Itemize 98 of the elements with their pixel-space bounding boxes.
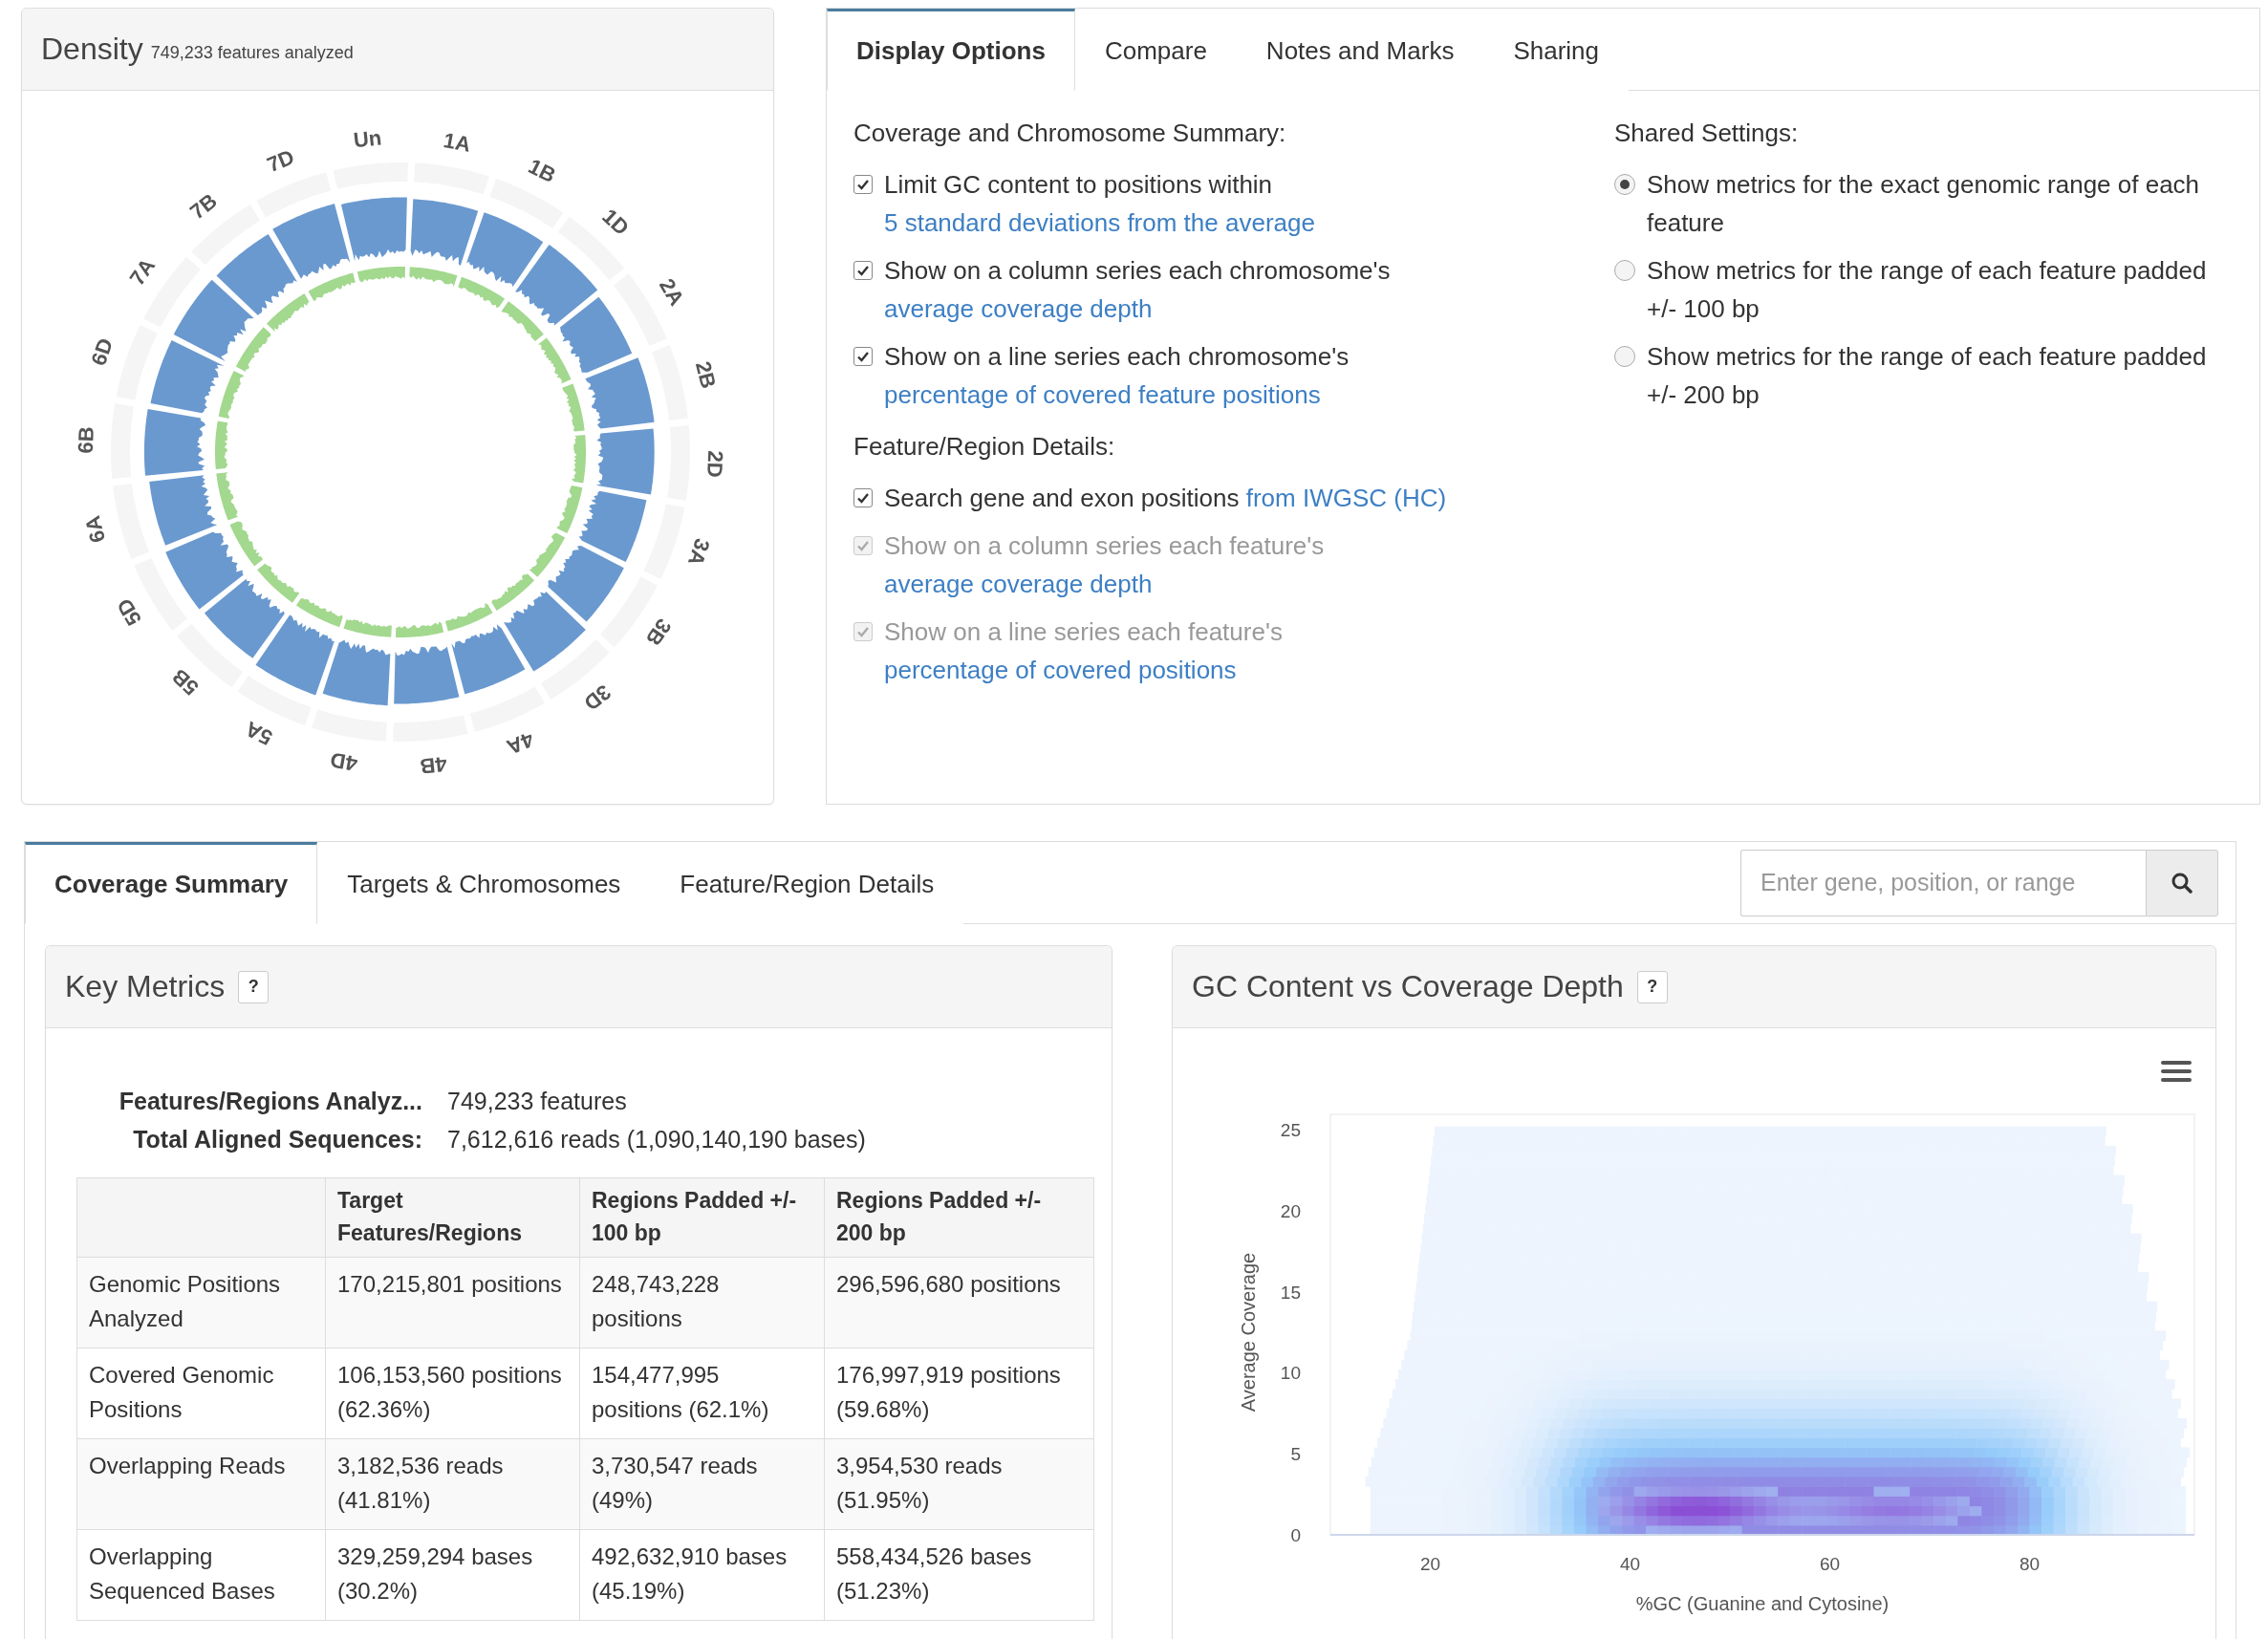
table-cell: 3,182,536 reads (41.81%): [325, 1438, 580, 1530]
option-label: Search gene and exon positions from IWGSC (HC): [884, 483, 1447, 514]
search-button[interactable]: [2146, 849, 2218, 917]
chromosome-label: 4B: [419, 751, 448, 779]
checkbox[interactable]: [853, 347, 873, 366]
y-tick-label: 10: [1280, 1363, 1301, 1384]
chromosome-label: 5D: [112, 594, 147, 630]
metric-value: 7,612,616 reads (1,090,140,190 bases): [447, 1125, 867, 1154]
chromosome-label: 3D: [579, 679, 616, 716]
chromosome-label: 1A: [442, 128, 473, 157]
x-tick-label: 80: [2019, 1554, 2041, 1574]
x-tick-label: 60: [1819, 1554, 1841, 1574]
section-heading: Coverage and Chromosome Summary:: [853, 118, 1287, 149]
metric-value: 749,233 features: [447, 1087, 628, 1116]
table-cell: 492,632,910 bases (45.19%): [579, 1529, 825, 1621]
option-label: Show on a line series each chromosome's percentage of covered feature positions: [884, 341, 1350, 411]
table-cell: 3,730,547 reads (49%): [579, 1438, 825, 1530]
table-cell: 154,477,995 positions (62.1%): [579, 1348, 825, 1439]
panel-title: GC Content vs Coverage Depth: [1192, 969, 1624, 1004]
table-header-cell: Regions Padded +/- 200 bp: [824, 1177, 1094, 1258]
check-icon: [856, 539, 870, 552]
radio-button[interactable]: [1614, 346, 1635, 367]
chromosome-label: 6B: [73, 425, 98, 454]
chromosome-label: 7B: [185, 188, 222, 225]
x-tick-label: 20: [1419, 1554, 1441, 1574]
option-label: Show metrics for the range of each feature padded +/- 200 bp: [1647, 341, 2208, 411]
chromosome-label: 3B: [640, 614, 677, 651]
checkbox[interactable]: [853, 175, 873, 194]
check-icon: [856, 350, 870, 363]
metric-label: Total Aligned Sequences:: [132, 1125, 422, 1154]
chromosome-label: 6A: [80, 513, 111, 546]
table-cell: 3,954,530 reads (51.95%): [824, 1438, 1094, 1530]
table-cell: 248,743,228 positions: [579, 1257, 825, 1348]
section-heading: Shared Settings:: [1614, 118, 1800, 149]
y-tick-label: 15: [1280, 1282, 1301, 1303]
panel-title: Key Metrics: [65, 969, 226, 1004]
row-label-cell: Genomic Positions Analyzed: [76, 1257, 326, 1348]
option-label: Show on a column series each feature's average coverage depth: [884, 530, 1326, 600]
option-label: Show metrics for the exact genomic range of each feature: [1647, 169, 2201, 239]
help-button[interactable]: ?: [238, 970, 270, 1003]
table-header-cell: Regions Padded +/- 100 bp: [579, 1177, 825, 1258]
chromosome-label: 2B: [690, 358, 721, 391]
x-tick-label: 40: [1619, 1554, 1641, 1574]
chromosome-label: Un: [352, 125, 383, 153]
table-cell: 170,215,801 positions: [325, 1257, 580, 1348]
option-label: Limit GC content to positions within 5 standard deviations from the average: [884, 169, 1316, 239]
panel-subtitle: 749,233 features analyzed: [150, 42, 354, 63]
option-link[interactable]: from IWGSC (HC): [1245, 484, 1447, 512]
option-link[interactable]: percentage of covered feature positions: [884, 380, 1321, 409]
check-icon: [856, 625, 870, 638]
search-icon: [2171, 871, 2193, 895]
y-tick-label: 25: [1280, 1120, 1301, 1140]
metric-label: Features/Regions Analyz...: [118, 1087, 422, 1116]
chromosome-label: 1B: [525, 154, 560, 188]
chromosome-label: 5A: [241, 716, 276, 750]
option-label: Show on a line series each feature's percentage of covered positions: [884, 616, 1284, 686]
panel-title: Density: [41, 32, 143, 67]
chromosome-label: 4D: [328, 747, 359, 776]
help-button[interactable]: ?: [1636, 970, 1668, 1003]
chromosome-label: 2A: [654, 274, 689, 310]
option-link[interactable]: 5 standard deviations from the average: [884, 208, 1315, 237]
x-axis-title: %GC (Guanine and Cytosine): [1635, 1593, 1890, 1614]
chromosome-label: 3A: [683, 535, 715, 570]
option-label: Show metrics for the range of each feature padded +/- 100 bp: [1647, 255, 2208, 325]
radio-button[interactable]: [1614, 260, 1635, 281]
row-label-cell: Overlapping Sequenced Bases: [76, 1529, 326, 1621]
y-tick-label: 0: [1290, 1525, 1301, 1545]
y-tick-label: 20: [1280, 1200, 1301, 1221]
option-link[interactable]: average coverage depth: [884, 294, 1153, 323]
chromosome-label: 1D: [597, 204, 634, 241]
table-header-cell: Target Features/Regions: [325, 1177, 580, 1258]
table-cell: 558,434,526 bases (51.23%): [824, 1529, 1094, 1621]
chromosome-label: 7A: [124, 253, 161, 291]
table-cell: 329,259,294 bases (30.2%): [325, 1529, 580, 1621]
chromosome-label: 2D: [702, 450, 728, 479]
row-label-cell: Covered Genomic Positions: [76, 1348, 326, 1439]
table-cell: 106,153,560 positions (62.36%): [325, 1348, 580, 1439]
checkbox[interactable]: [853, 488, 873, 507]
chromosome-label: 6D: [86, 334, 118, 369]
chromosome-label: 7D: [263, 144, 298, 178]
check-icon: [856, 491, 870, 505]
tab[interactable]: Display Options: [827, 9, 1075, 91]
table-cell: 176,997,919 positions (59.68%): [824, 1348, 1094, 1439]
table-cell: 296,596,680 positions: [824, 1257, 1094, 1348]
check-icon: [856, 264, 870, 277]
section-heading: Feature/Region Details:: [853, 431, 1116, 463]
row-label-cell: Overlapping Reads: [76, 1438, 326, 1530]
chromosome-label: 4A: [503, 726, 538, 760]
search-field[interactable]: Enter gene, position, or range: [1740, 849, 2146, 917]
tab[interactable]: Coverage Summary: [25, 842, 318, 924]
y-axis-title: Average Coverage: [1238, 1252, 1259, 1413]
check-icon: [856, 178, 870, 191]
y-tick-label: 5: [1290, 1444, 1301, 1465]
checkbox[interactable]: [853, 261, 873, 280]
option-label: Show on a column series each chromosome's average coverage depth: [884, 255, 1392, 325]
menu-icon[interactable]: [2161, 1061, 2192, 1082]
radio-button[interactable]: [1614, 174, 1635, 195]
chromosome-label: 5B: [167, 663, 204, 701]
